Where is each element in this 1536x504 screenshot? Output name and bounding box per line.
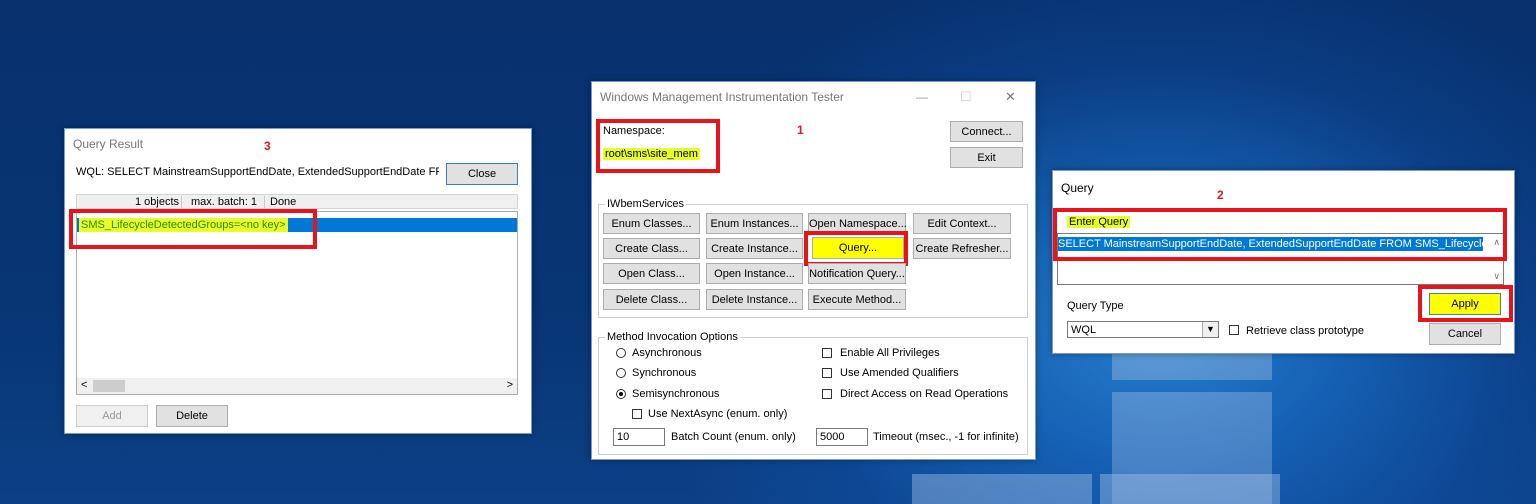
query-result-window: Query Result 3 WQL: SELECT MainstreamSup… [64, 128, 532, 434]
scroll-thumb[interactable] [93, 380, 125, 392]
retrieve-prototype-checkbox[interactable] [1229, 325, 1239, 335]
query-title: Query [1061, 181, 1094, 195]
open-class-button[interactable]: Open Class... [603, 263, 700, 284]
enum-instances-button[interactable]: Enum Instances... [706, 213, 803, 234]
create-instance-button[interactable]: Create Instance... [706, 238, 803, 259]
status-objects: 1 objects [93, 196, 182, 208]
timeout-label: Timeout (msec., -1 for infinite) [873, 431, 1019, 443]
minimize-icon[interactable]: — [916, 90, 928, 104]
marker-3: 3 [264, 139, 271, 153]
query-type-select[interactable]: WQL ▼ [1067, 321, 1219, 338]
iwbemservices-title: IWbemServices [605, 198, 687, 210]
amended-qualifiers-checkbox[interactable] [822, 368, 832, 378]
annotation-box-3 [69, 209, 317, 249]
asynchronous-radio[interactable] [616, 348, 626, 358]
use-next-async-checkbox[interactable] [632, 409, 642, 419]
desktop-logo-pane [1100, 474, 1280, 504]
marker-2: 2 [1217, 188, 1224, 202]
connect-button[interactable]: Connect... [950, 121, 1023, 142]
horizontal-scrollbar[interactable]: < > [77, 378, 517, 394]
open-instance-button[interactable]: Open Instance... [706, 263, 803, 284]
annotation-box-query [804, 231, 908, 266]
add-button[interactable]: Add [76, 405, 148, 427]
method-options-title: Method Invocation Options [605, 331, 740, 343]
scroll-right-arrow[interactable]: > [507, 379, 513, 391]
direct-access-label: Direct Access on Read Operations [840, 388, 1009, 400]
synchronous-label: Synchronous [632, 367, 697, 379]
create-refresher-button[interactable]: Create Refresher... [913, 238, 1011, 259]
chevron-down-icon[interactable]: ▼ [1202, 322, 1218, 337]
cancel-button[interactable]: Cancel [1429, 323, 1501, 345]
scroll-down-icon[interactable]: ∨ [1493, 271, 1500, 282]
retrieve-prototype-label: Retrieve class prototype [1246, 325, 1364, 337]
annotation-box-1 [596, 119, 720, 173]
annotation-box-2 [1053, 208, 1507, 261]
batch-count-label: Batch Count (enum. only) [671, 431, 796, 443]
query-type-label: Query Type [1067, 300, 1124, 312]
notification-query-button[interactable]: Notification Query... [808, 263, 906, 284]
status-state: Done [270, 196, 297, 208]
desktop-logo-pane [912, 474, 1092, 504]
delete-class-button[interactable]: Delete Class... [603, 289, 700, 310]
direct-access-checkbox[interactable] [822, 389, 832, 399]
edit-context-button[interactable]: Edit Context... [913, 213, 1011, 234]
query-titlebar: Query [1053, 171, 1514, 201]
enum-classes-button[interactable]: Enum Classes... [603, 213, 700, 234]
annotation-box-apply [1418, 285, 1513, 322]
semisynchronous-radio[interactable] [616, 389, 626, 399]
create-class-button[interactable]: Create Class... [603, 238, 700, 259]
timeout-input[interactable]: 5000 [816, 428, 868, 446]
marker-1: 1 [797, 123, 804, 137]
wmi-tester-window: Windows Management Instrumentation Teste… [591, 81, 1036, 460]
use-next-async-label: Use NextAsync (enum. only) [648, 408, 788, 420]
delete-instance-button[interactable]: Delete Instance... [706, 289, 803, 310]
asynchronous-label: Asynchronous [632, 347, 702, 359]
scroll-left-arrow[interactable]: < [81, 379, 87, 391]
delete-button[interactable]: Delete [156, 405, 228, 427]
wmi-tester-title: Windows Management Instrumentation Teste… [600, 90, 844, 104]
query-result-title: Query Result [73, 137, 144, 151]
enable-privileges-label: Enable All Privileges [840, 347, 940, 359]
close-button[interactable]: Close [446, 163, 518, 185]
query-type-value: WQL [1071, 324, 1097, 336]
exit-button[interactable]: Exit [950, 147, 1023, 168]
execute-method-button[interactable]: Execute Method... [808, 289, 906, 310]
status-bar: 1 objects max. batch: 1 Done [76, 194, 518, 209]
close-icon[interactable]: ✕ [1005, 89, 1016, 105]
amended-qualifiers-label: Use Amended Qualifiers [840, 367, 959, 379]
semisynchronous-label: Semisynchronous [632, 388, 720, 400]
query-window: Query 2 Enter Query SELECT MainstreamSup… [1052, 170, 1515, 354]
enable-privileges-checkbox[interactable] [822, 348, 832, 358]
maximize-icon[interactable]: ☐ [960, 89, 972, 105]
query-result-titlebar: Query Result [65, 129, 531, 159]
status-batch: max. batch: 1 [184, 196, 265, 208]
wql-text: WQL: SELECT MainstreamSupportEndDate, Ex… [76, 166, 439, 178]
batch-count-input[interactable]: 10 [613, 428, 665, 446]
synchronous-radio[interactable] [616, 368, 626, 378]
wmi-tester-titlebar: Windows Management Instrumentation Teste… [592, 82, 1035, 112]
